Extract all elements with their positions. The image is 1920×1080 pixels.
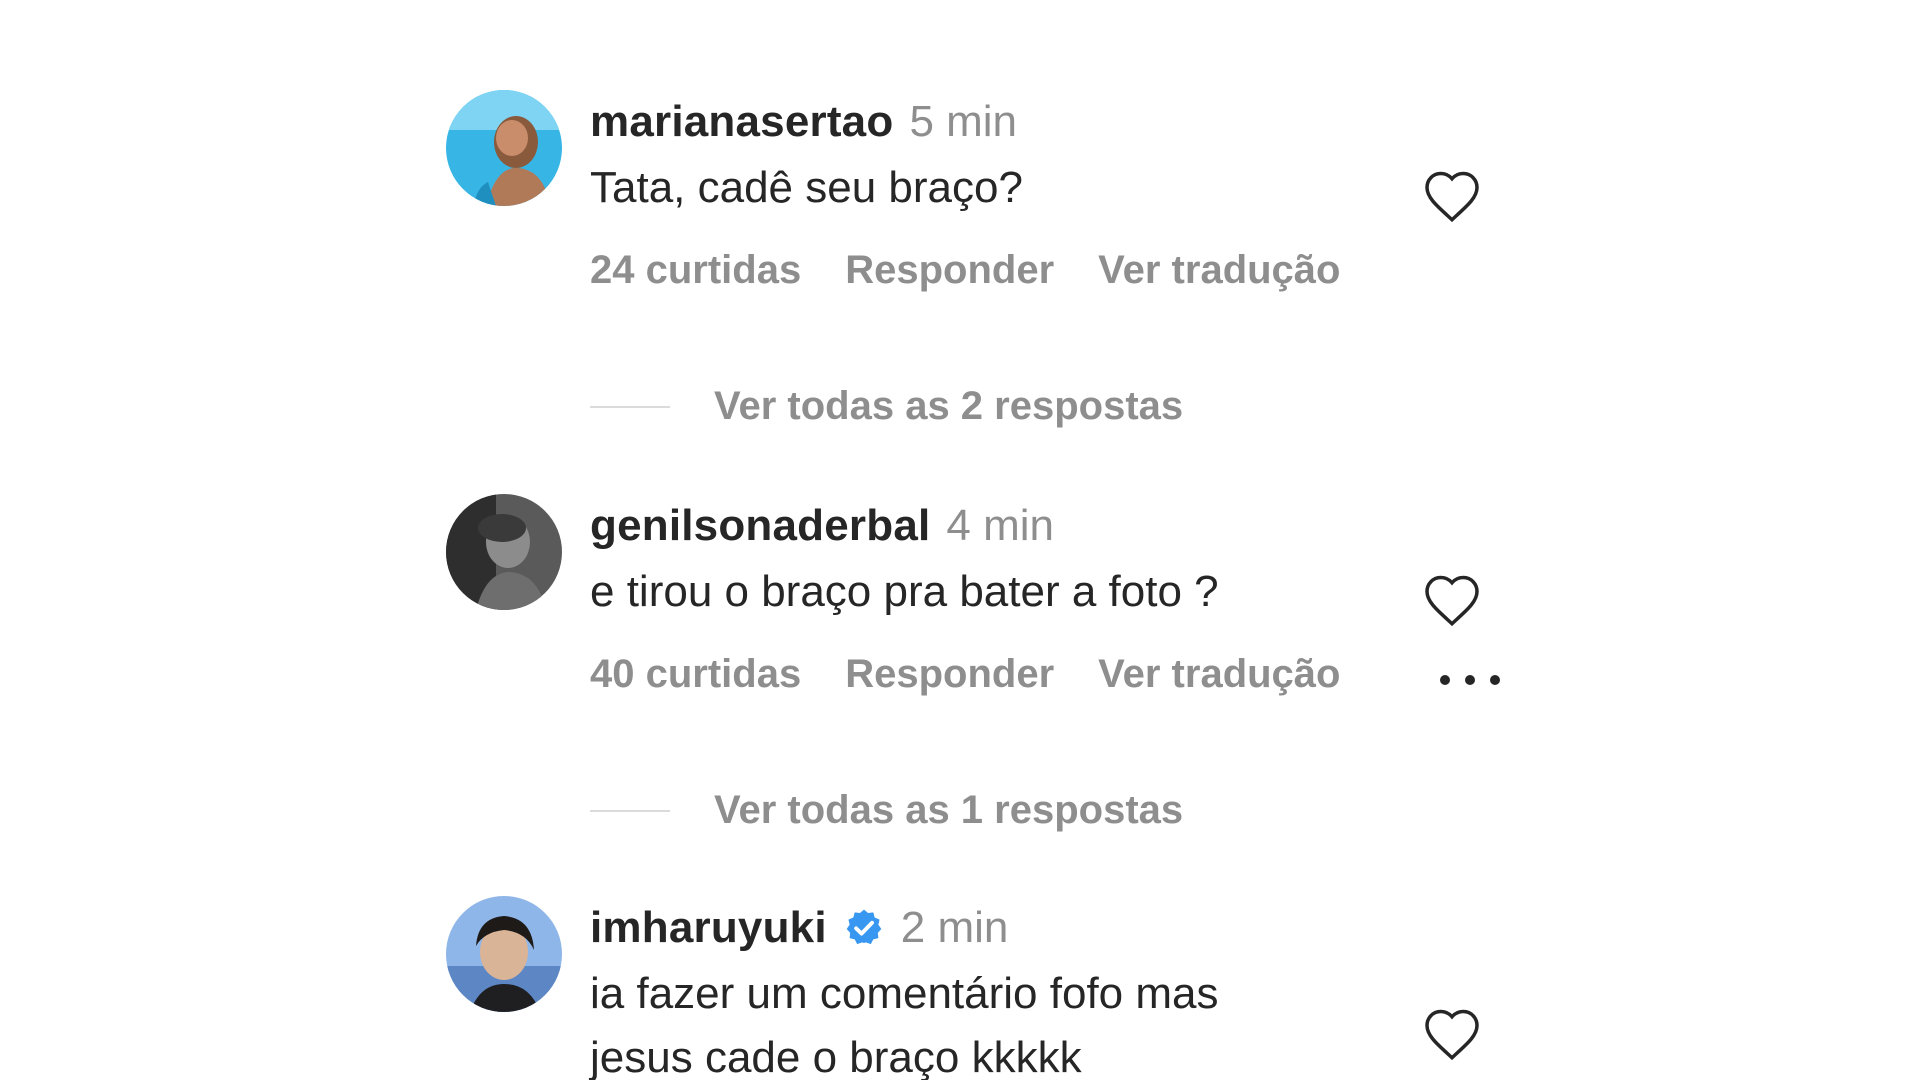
comment-text: ia fazer um comentário fofo mas jesus ca… [590,969,1219,1080]
avatar[interactable] [446,90,562,206]
more-options-icon[interactable] [1440,670,1500,690]
view-replies-label[interactable]: Ver todas as 2 respostas [714,384,1183,429]
likes-count[interactable]: 24 curtidas [590,248,801,293]
timestamp: 5 min [909,97,1018,146]
heart-icon[interactable] [1422,572,1482,628]
view-replies-label[interactable]: Ver todas as 1 respostas [714,788,1183,833]
translate-button[interactable]: Ver tradução [1098,248,1340,293]
view-replies-link[interactable]: Ver todas as 2 respostas [590,384,1183,429]
heart-icon[interactable] [1422,168,1482,224]
comment-text: e tirou o braço pra bater a foto ? [590,567,1219,616]
timestamp: 2 min [900,903,1009,952]
username[interactable]: genilsonaderbal [590,501,930,551]
username[interactable]: imharuyuki [590,903,827,953]
timestamp: 4 min [946,501,1055,550]
verified-badge-icon [846,909,882,945]
avatar[interactable] [446,896,562,1012]
reply-button[interactable]: Responder [845,652,1054,697]
comments-screen: marianasertao 5 min Tata, cadê seu braço… [0,0,1920,1080]
comment-text: Tata, cadê seu braço? [590,163,1023,212]
reply-thread-line [590,405,670,408]
likes-count[interactable]: 40 curtidas [590,652,801,697]
view-replies-link[interactable]: Ver todas as 1 respostas [590,788,1183,833]
translate-button[interactable]: Ver tradução [1098,652,1340,697]
reply-thread-line [590,809,670,812]
avatar[interactable] [446,494,562,610]
heart-icon[interactable] [1422,1006,1482,1062]
previous-content-fragment [0,0,1920,10]
reply-button[interactable]: Responder [845,248,1054,293]
username[interactable]: marianasertao [590,97,893,147]
